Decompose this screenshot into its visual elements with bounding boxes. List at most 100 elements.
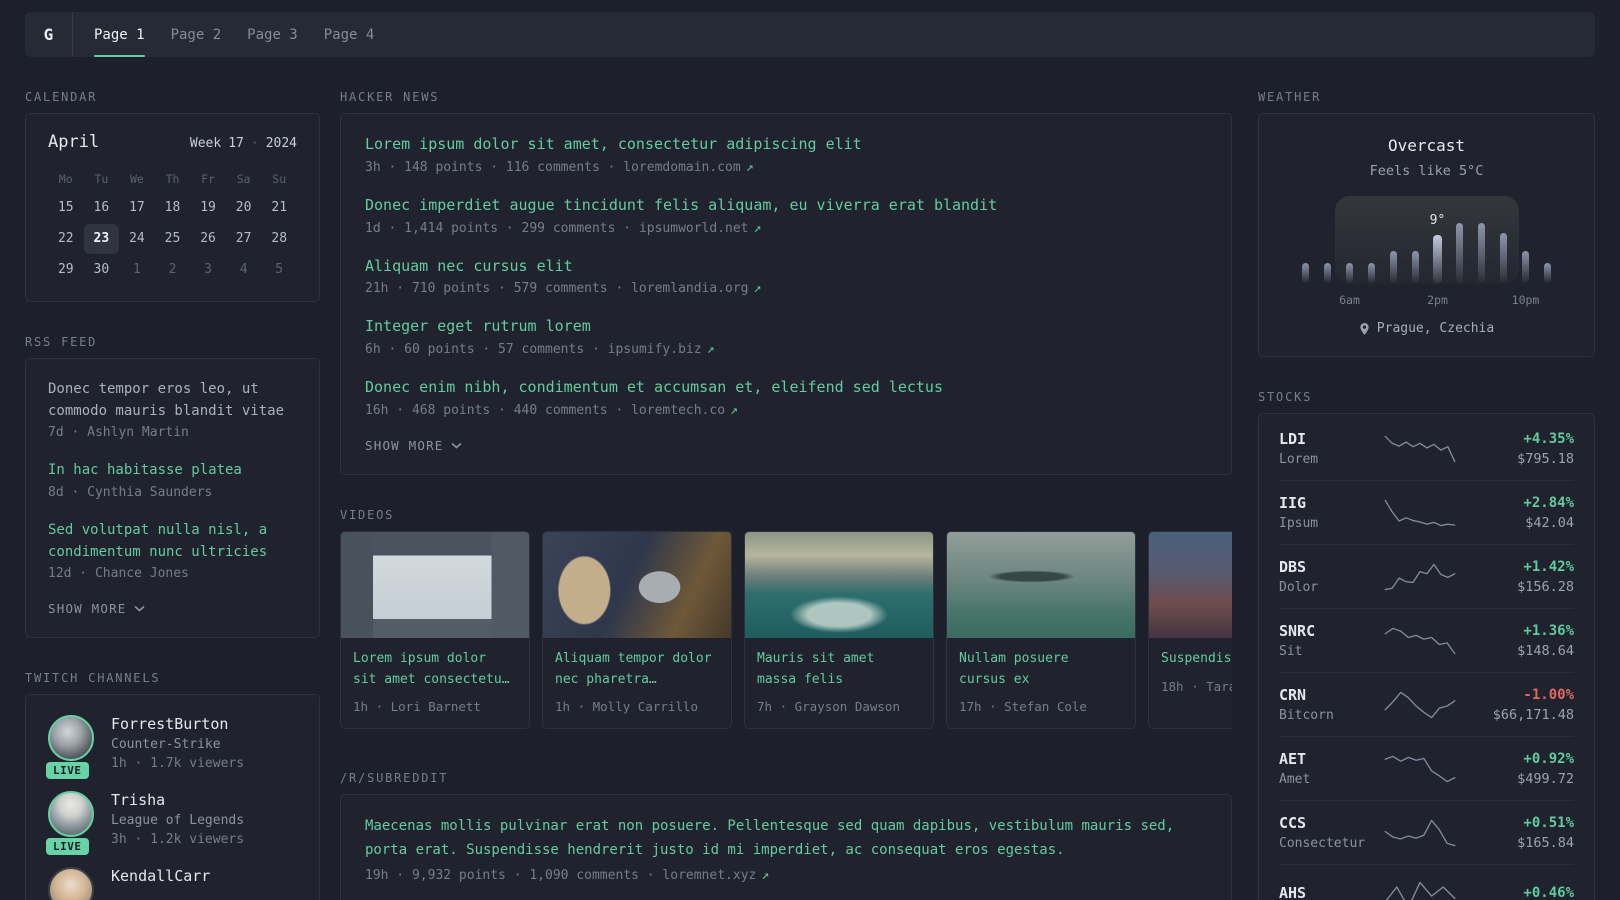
hn-item: Donec enim nibh, condimentum et accumsan…: [365, 377, 1207, 418]
twitch-section: TWITCH CHANNELS LIVE ForrestBurton Count…: [25, 671, 320, 900]
tab-page-4[interactable]: Page 4: [311, 12, 388, 57]
stock-row[interactable]: CRN Bitcorn -1.00% $66,171.48: [1279, 672, 1574, 736]
stock-price: $148.64: [1517, 642, 1574, 659]
video-title[interactable]: Mauris sit amet massa felis: [757, 649, 921, 691]
video-thumbnail[interactable]: [947, 531, 1135, 638]
videos-section: VIDEOS Lorem ipsum dolor sit amet consec…: [340, 508, 1232, 730]
video-card[interactable]: Mauris sit amet massa felis 7h · Grayson…: [744, 530, 934, 730]
stock-ticker: AET: [1279, 750, 1307, 768]
rss-section-label: RSS FEED: [25, 335, 98, 349]
external-link-icon: ↗: [730, 402, 738, 418]
weather-section-label: WEATHER: [1258, 90, 1322, 104]
channel-name[interactable]: KendallCarr: [111, 867, 210, 885]
hn-item-title[interactable]: Integer eget rutrum lorem: [365, 316, 1207, 338]
hn-item-meta: 6h · 60 points · 57 comments · ipsumify.…: [365, 342, 1207, 357]
tab-page-2[interactable]: Page 2: [158, 12, 235, 57]
separator-dot: ·: [250, 136, 259, 151]
video-thumbnail[interactable]: [341, 531, 529, 638]
video-card[interactable]: Aliquam tempor dolor nec pharetra… 1h · …: [542, 530, 732, 730]
stock-row[interactable]: AHS +0.46%: [1279, 864, 1574, 900]
hn-meta-text: 3h · 148 points · 116 comments ·: [365, 159, 624, 175]
channel-viewers: 3h · 1.2k viewers: [111, 832, 245, 848]
stock-row[interactable]: SNRC Sit +1.36% $148.64: [1279, 608, 1574, 672]
calendar-day: 25: [164, 231, 181, 246]
hn-item-title[interactable]: Aliquam nec cursus elit: [365, 256, 1207, 278]
stock-sparkline: [1384, 755, 1455, 782]
channel-name[interactable]: Trisha: [111, 791, 244, 809]
stock-row[interactable]: LDI Lorem +4.35% $795.18: [1279, 417, 1574, 480]
weather-location: Prague, Czechia: [1275, 321, 1578, 336]
video-title[interactable]: Suspendisse diam: [1161, 649, 1232, 670]
twitch-channel-row[interactable]: KendallCarr: [48, 867, 297, 900]
reddit-post-domain[interactable]: loremnet.xyz: [662, 868, 756, 883]
weekday-label: Su: [272, 172, 287, 186]
rss-show-more-button[interactable]: SHOW MORE: [48, 601, 145, 616]
hn-item-domain[interactable]: loremdomain.com: [623, 160, 740, 175]
weather-time-labels: 6am 2pm 10pm: [1339, 293, 1540, 307]
hn-item-meta: 3h · 148 points · 116 comments · loremdo…: [365, 160, 1207, 175]
tab-page-3[interactable]: Page 3: [234, 12, 311, 57]
stock-change: +0.92%: [1523, 750, 1574, 767]
video-card[interactable]: Suspendisse diam 18h · Tara: [1148, 530, 1232, 730]
tab-page-1[interactable]: Page 1: [81, 12, 158, 57]
calendar-day-next-month: 1: [133, 262, 141, 277]
reddit-post-title[interactable]: Maecenas mollis pulvinar erat non posuer…: [365, 815, 1207, 863]
weather-location-text: Prague, Czechia: [1376, 321, 1495, 336]
show-more-label: SHOW MORE: [365, 437, 444, 453]
calendar-day: 28: [271, 231, 288, 246]
external-link-icon: ↗: [745, 159, 754, 175]
hn-item-title[interactable]: Donec enim nibh, condimentum et accumsan…: [365, 377, 1207, 399]
calendar-year: 2024: [265, 136, 297, 151]
app-logo[interactable]: G: [25, 12, 73, 57]
twitch-channel-row[interactable]: LIVE Trisha League of Legends 3h · 1.2k …: [46, 791, 297, 856]
video-title[interactable]: Nullam posuere cursus ex: [959, 649, 1123, 691]
video-card[interactable]: Nullam posuere cursus ex 17h · Stefan Co…: [946, 530, 1136, 730]
video-title[interactable]: Lorem ipsum dolor sit amet consectetu…: [353, 649, 517, 691]
hn-show-more-button[interactable]: SHOW MORE: [365, 438, 462, 453]
dashboard-page: G Page 1 Page 2 Page 3 Page 4 CALENDAR A…: [0, 0, 1620, 900]
calendar-day: 15: [57, 200, 74, 215]
hn-item-domain[interactable]: ipsumworld.net: [639, 221, 749, 236]
stock-name: Dolor: [1279, 580, 1319, 595]
hn-item-meta: 1d · 1,414 points · 299 comments · ipsum…: [365, 221, 1207, 236]
channel-game: League of Legends: [111, 813, 245, 829]
twitch-channel-row[interactable]: LIVE ForrestBurton Counter-Strike 1h · 1…: [46, 715, 297, 780]
calendar-day: 16: [93, 200, 110, 215]
stock-ticker: DBS: [1279, 558, 1307, 576]
hn-item-domain[interactable]: loremtech.co: [631, 403, 725, 418]
stock-row[interactable]: IIG Ipsum +2.84% $42.04: [1279, 480, 1574, 544]
left-column: CALENDAR April Week 17 · 2024 Mo Tu We T…: [25, 90, 320, 900]
rss-item-title[interactable]: Donec tempor eros leo, ut commodo mauris…: [48, 379, 297, 422]
calendar-day-today: 23: [83, 224, 120, 254]
stock-change: +1.42%: [1523, 558, 1574, 575]
stock-row[interactable]: AET Amet +0.92% $499.72: [1279, 736, 1574, 800]
rss-item-title[interactable]: In hac habitasse platea: [48, 460, 297, 482]
channel-game: Counter-Strike: [111, 737, 221, 753]
video-title[interactable]: Aliquam tempor dolor nec pharetra…: [555, 649, 719, 691]
stocks-widget: LDI Lorem +4.35% $795.18 IIG Ipsum +2.84…: [1258, 413, 1595, 900]
external-link-icon: ↗: [753, 220, 762, 236]
hn-item-domain[interactable]: ipsumify.biz: [608, 342, 702, 357]
external-link-icon: ↗: [706, 342, 715, 357]
hn-meta-text: 21h · 710 points · 579 comments ·: [365, 281, 632, 297]
video-card[interactable]: Lorem ipsum dolor sit amet consectetu… 1…: [340, 530, 530, 730]
right-column: WEATHER Overcast Feels like 5°C 9° 6am 2p…: [1258, 90, 1595, 900]
hn-item-title[interactable]: Donec imperdiet augue tincidunt felis al…: [365, 195, 1207, 217]
video-thumbnail[interactable]: [745, 531, 933, 638]
hackernews-section-label: HACKER NEWS: [340, 90, 440, 104]
video-thumbnail[interactable]: [1149, 531, 1232, 638]
stock-row[interactable]: DBS Dolor +1.42% $156.28: [1279, 544, 1574, 608]
stock-change: +1.36%: [1523, 622, 1574, 639]
weather-hourly-chart: 9° 6am 2pm 10pm: [1295, 195, 1559, 307]
hn-item-title[interactable]: Lorem ipsum dolor sit amet, consectetur …: [365, 134, 1207, 156]
stock-change: +4.35%: [1523, 430, 1574, 447]
rss-item-title[interactable]: Sed volutpat nulla nisl, a condimentum n…: [48, 520, 297, 563]
weather-bars: 9°: [1295, 213, 1559, 283]
hn-meta-text: 16h · 468 points · 440 comments ·: [365, 402, 632, 418]
hn-item-domain[interactable]: loremlandia.org: [631, 281, 748, 296]
video-thumbnail[interactable]: [543, 531, 731, 638]
calendar-day: 27: [235, 231, 252, 246]
stock-row[interactable]: CCS Consectetur +0.51% $165.84: [1279, 800, 1574, 864]
channel-name[interactable]: ForrestBurton: [111, 715, 244, 733]
rss-item-meta: 8d · Cynthia Saunders: [48, 485, 213, 501]
